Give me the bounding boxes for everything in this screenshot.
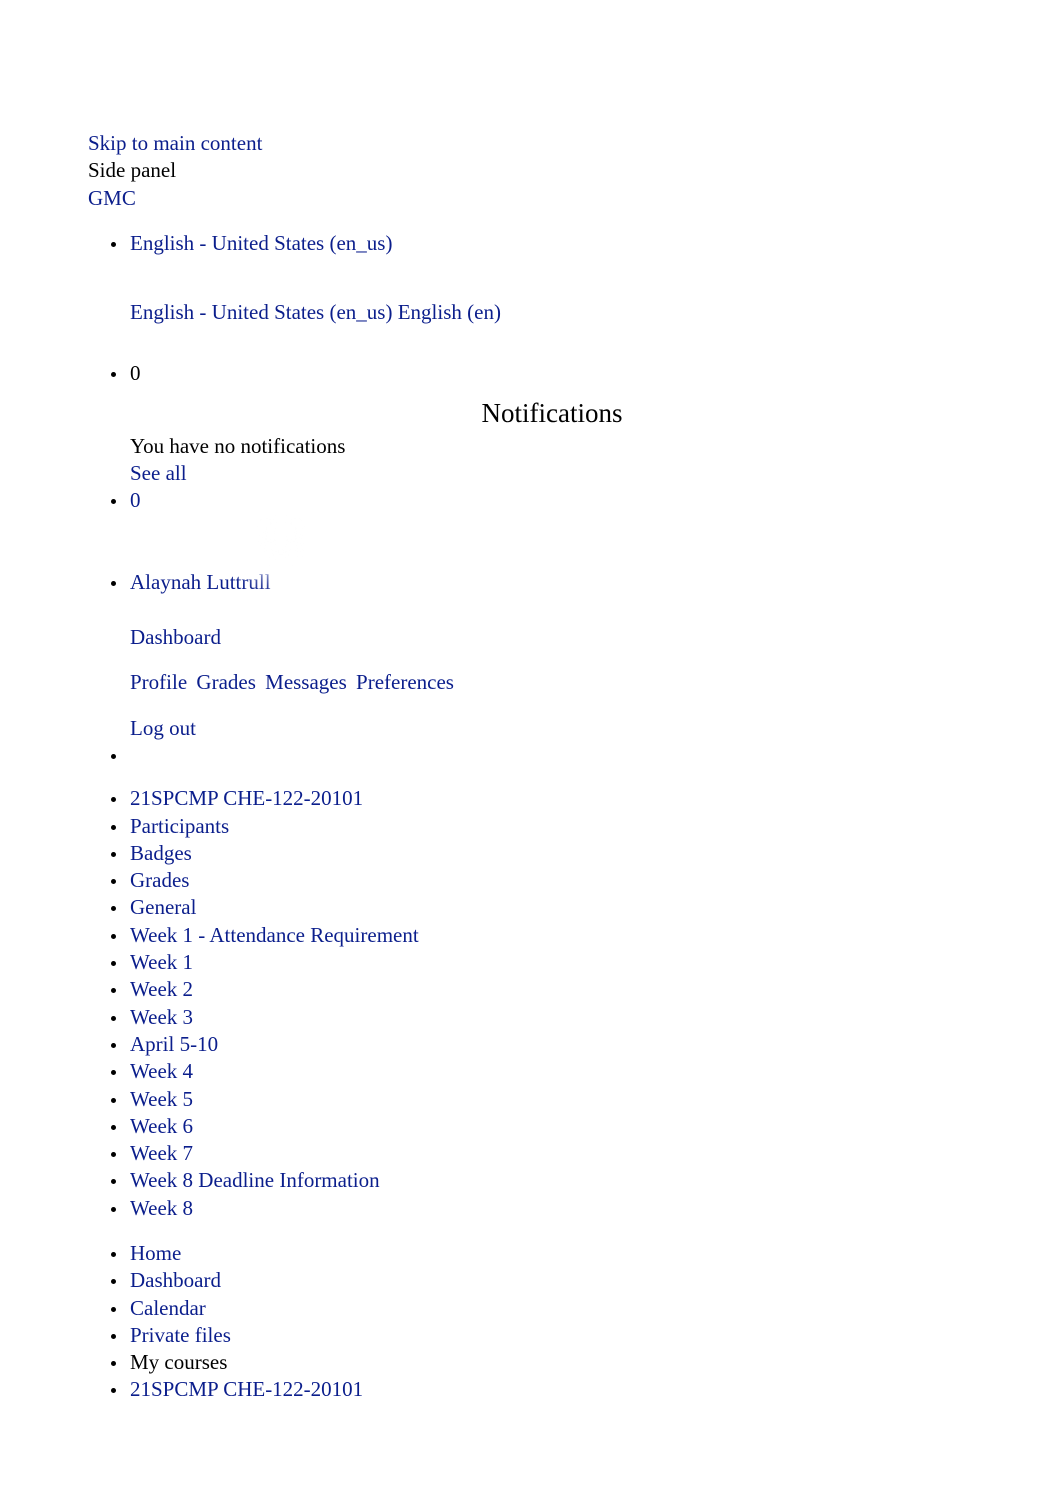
- user-menu-toggle[interactable]: Alaynah Luttrull Dashboard Profile Grade…: [128, 515, 974, 742]
- site-nav-private-files[interactable]: Private files: [130, 1323, 231, 1347]
- user-menu-messages[interactable]: Messages: [265, 670, 347, 694]
- notifications-see-all-link[interactable]: See all: [130, 461, 187, 485]
- site-nav-my-courses-label: My courses: [130, 1350, 227, 1374]
- site-nav-course-code[interactable]: 21SPCMP CHE-122-20101: [130, 1377, 363, 1401]
- user-menu-dashboard[interactable]: Dashboard: [130, 625, 221, 649]
- course-nav-april-5-10[interactable]: April 5-10: [130, 1032, 218, 1056]
- language-option-en[interactable]: English (en): [398, 300, 501, 324]
- course-nav-week3[interactable]: Week 3: [130, 1005, 193, 1029]
- language-option-en-us[interactable]: English - United States (en_us): [130, 300, 392, 324]
- side-panel-label: Side panel: [88, 157, 974, 184]
- user-menu-preferences[interactable]: Preferences: [356, 670, 454, 694]
- user-avatar-icon: [256, 515, 306, 565]
- course-nav-week1-attendance[interactable]: Week 1 - Attendance Requirement: [130, 923, 419, 947]
- site-nav-home[interactable]: Home: [130, 1241, 181, 1265]
- course-nav-week8-deadline[interactable]: Week 8 Deadline Information: [130, 1168, 380, 1192]
- site-nav-calendar[interactable]: Calendar: [130, 1296, 206, 1320]
- notifications-heading: Notifications: [432, 396, 672, 431]
- course-nav-week8[interactable]: Week 8: [130, 1196, 193, 1220]
- user-menu-profile[interactable]: Profile: [130, 670, 187, 694]
- empty-list-item: [128, 742, 974, 769]
- user-name-link[interactable]: Alaynah Luttrull: [130, 570, 271, 594]
- messages-count[interactable]: 0: [130, 488, 141, 512]
- course-nav-week1[interactable]: Week 1: [130, 950, 193, 974]
- course-nav-week4[interactable]: Week 4: [130, 1059, 193, 1083]
- course-nav-week7[interactable]: Week 7: [130, 1141, 193, 1165]
- course-nav-participants[interactable]: Participants: [130, 814, 229, 838]
- course-nav-week2[interactable]: Week 2: [130, 977, 193, 1001]
- user-menu-grades[interactable]: Grades: [196, 670, 255, 694]
- brand-link[interactable]: GMC: [88, 186, 136, 210]
- site-nav-dashboard[interactable]: Dashboard: [130, 1268, 221, 1292]
- course-nav-general[interactable]: General: [130, 895, 196, 919]
- course-nav-week6[interactable]: Week 6: [130, 1114, 193, 1138]
- skip-to-main-link[interactable]: Skip to main content: [88, 131, 262, 155]
- notifications-count[interactable]: 0: [130, 361, 141, 385]
- notifications-empty-text: You have no notifications: [130, 433, 974, 460]
- course-nav-grades[interactable]: Grades: [130, 868, 189, 892]
- language-current[interactable]: English - United States (en_us): [130, 231, 392, 255]
- user-menu-logout[interactable]: Log out: [130, 716, 196, 740]
- course-nav-week5[interactable]: Week 5: [130, 1087, 193, 1111]
- course-nav-badges[interactable]: Badges: [130, 841, 192, 865]
- course-nav-course-code[interactable]: 21SPCMP CHE-122-20101: [130, 786, 363, 810]
